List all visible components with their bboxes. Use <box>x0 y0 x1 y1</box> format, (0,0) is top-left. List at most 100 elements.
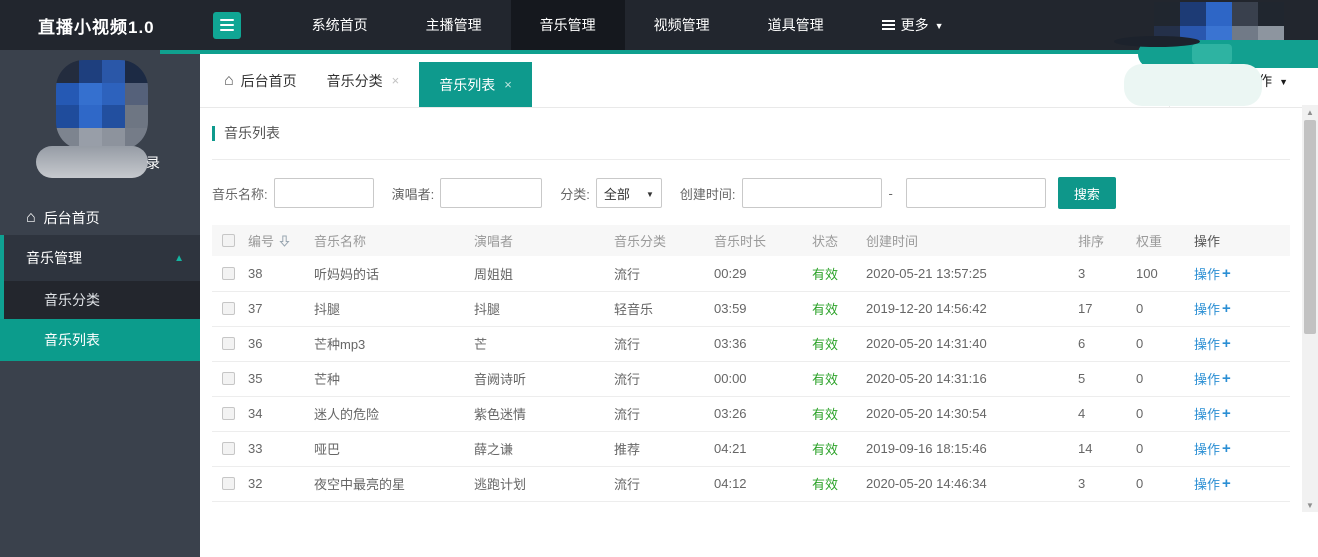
nav-item-music-mgmt[interactable]: 音乐管理 <box>510 0 625 50</box>
cell-id: 31 <box>244 501 310 512</box>
row-checkbox[interactable] <box>222 372 235 385</box>
scrollbar-thumb[interactable] <box>1304 120 1316 334</box>
cell-weight: 0 <box>1136 371 1144 386</box>
vertical-scrollbar[interactable]: ▲ ▼ <box>1302 105 1318 512</box>
cell-duration: 04:12 <box>714 476 747 491</box>
status-badge: 有效 <box>812 372 839 387</box>
status-badge: 有效 <box>812 477 839 492</box>
created-end-input[interactable] <box>905 178 1046 208</box>
cell-name: 哑巴 <box>314 442 341 457</box>
row-checkbox[interactable] <box>222 477 235 490</box>
sidebar-item-music-list[interactable]: 音乐列表 <box>0 319 200 361</box>
col-header-weight: 权重 <box>1136 234 1163 249</box>
table-row: 33 哑巴 薛之谦 推荐 04:21 有效 2019-09-16 18:15:4… <box>212 431 1290 466</box>
music-name-input[interactable] <box>273 178 374 208</box>
tab-music-category[interactable]: 音乐分类 × <box>327 71 400 91</box>
row-action-link[interactable]: 操作+ <box>1194 264 1231 283</box>
plus-icon: + <box>1222 405 1231 422</box>
created-start-input[interactable] <box>741 178 882 208</box>
cell-name: 演员 <box>310 501 470 512</box>
table-row: 38 听妈妈的话 周姐姐 流行 00:29 有效 2020-05-21 13:5… <box>212 256 1290 291</box>
created-time-label: 创建时间: <box>679 186 736 202</box>
cell-created: 2020-05-21 13:57:25 <box>866 265 987 281</box>
row-action-link[interactable]: 操作+ <box>1194 369 1231 388</box>
col-header-singer: 演唱者 <box>474 234 514 249</box>
status-badge: 有效 <box>812 337 839 352</box>
cell-name: 芒种 <box>314 372 341 387</box>
row-action-link[interactable]: 操作+ <box>1194 439 1231 458</box>
select-all-checkbox[interactable] <box>222 234 235 247</box>
row-action-link[interactable]: 操作+ <box>1194 509 1231 512</box>
cell-id: 38 <box>248 265 263 281</box>
plus-icon: + <box>1222 440 1231 457</box>
cell-created: 2020-05-20 14:46:34 <box>866 476 987 491</box>
col-header-created: 创建时间 <box>866 234 919 249</box>
row-action-link[interactable]: 操作+ <box>1194 334 1231 353</box>
music-name-label: 音乐名称: <box>212 186 268 202</box>
cell-name: 夜空中最亮的星 <box>314 477 406 492</box>
cell-duration: 03:36 <box>714 336 747 351</box>
cell-duration: 03:26 <box>714 406 747 421</box>
cell-duration: 00:00 <box>714 371 747 386</box>
cell-sort: 4 <box>1078 406 1086 421</box>
col-header-category: 音乐分类 <box>614 234 667 249</box>
plus-icon: + <box>1222 300 1231 317</box>
main-content: ⌂ 后台首页 音乐分类 × 音乐列表 × 页面操作 ▼ 音乐列表 <box>200 54 1318 512</box>
sidebar-group-music-mgmt[interactable]: 音乐管理 ▲ <box>0 235 200 281</box>
music-table-body: 38 听妈妈的话 周姐姐 流行 00:29 有效 2020-05-21 13:5… <box>212 256 1290 512</box>
row-action-link[interactable]: 操作+ <box>1194 299 1231 318</box>
sidebar-toggle-button[interactable] <box>212 11 241 39</box>
category-select[interactable]: 全部 ▼ <box>595 178 662 208</box>
nav-item-prop-mgmt[interactable]: 道具管理 <box>739 0 853 50</box>
sort-icon[interactable] <box>279 235 290 247</box>
cell-weight: 0 <box>1136 336 1144 351</box>
section-title: 音乐列表 <box>224 125 280 141</box>
close-icon[interactable]: × <box>392 73 400 88</box>
nav-item-anchor-mgmt[interactable]: 主播管理 <box>397 0 511 50</box>
row-action-link[interactable]: 操作+ <box>1194 474 1231 493</box>
scroll-up-arrow[interactable]: ▲ <box>1302 105 1318 119</box>
tab-backend-home[interactable]: ⌂ 后台首页 <box>224 71 297 91</box>
singer-label: 演唱者: <box>391 186 435 202</box>
nav-item-more[interactable]: 更多 ▼ <box>853 0 973 50</box>
cell-category: 流行 <box>610 501 710 512</box>
cell-sort: 2 <box>1074 501 1132 512</box>
cell-weight: 0 <box>1136 301 1144 316</box>
cell-singer: 薛之谦 <box>470 501 610 512</box>
tab-music-list[interactable]: 音乐列表 × <box>419 62 532 107</box>
cell-category: 推荐 <box>614 442 641 457</box>
cell-duration: 00:29 <box>714 265 747 281</box>
cell-created: 2020-05-20 14:31:16 <box>866 371 987 386</box>
main-nav: 系统首页 主播管理 音乐管理 视频管理 道具管理 更多 ▼ <box>283 0 973 50</box>
username-suffix: 录 <box>146 155 160 171</box>
row-checkbox[interactable] <box>222 302 235 315</box>
col-header-action: 操作 <box>1194 234 1221 249</box>
singer-input[interactable] <box>440 178 543 208</box>
censored-username <box>36 146 148 178</box>
row-checkbox[interactable] <box>222 442 235 455</box>
cell-singer: 紫色迷情 <box>474 407 527 422</box>
cell-sort: 6 <box>1078 336 1086 351</box>
cell-category: 流行 <box>614 372 641 387</box>
cell-weight: 100 <box>1136 265 1158 281</box>
cell-singer: 抖腿 <box>474 302 501 317</box>
row-action-link[interactable]: 操作+ <box>1194 404 1231 423</box>
close-icon[interactable]: × <box>504 77 512 92</box>
row-checkbox[interactable] <box>222 407 235 420</box>
chevron-up-icon: ▲ <box>174 252 184 264</box>
row-checkbox[interactable] <box>222 266 235 280</box>
table-row: 35 芒种 音阙诗听 流行 00:00 有效 2020-05-20 14:31:… <box>212 361 1290 396</box>
cell-sort: 14 <box>1078 441 1093 456</box>
plus-icon: + <box>1222 335 1231 352</box>
row-checkbox[interactable] <box>222 337 235 350</box>
nav-item-video-mgmt[interactable]: 视频管理 <box>625 0 739 50</box>
section-header: 音乐列表 <box>212 123 1290 143</box>
scroll-down-arrow[interactable]: ▼ <box>1302 498 1318 512</box>
table-row: 31 演员 薛之谦 流行 04:04 有效 2020-05-20 14:40:4… <box>212 501 1290 512</box>
cell-singer: 周姐姐 <box>474 266 514 282</box>
divider <box>212 159 1290 160</box>
cell-name: 迷人的危险 <box>314 407 380 422</box>
nav-item-system-home[interactable]: 系统首页 <box>283 0 397 50</box>
sidebar-item-music-category[interactable]: 音乐分类 <box>0 281 200 319</box>
search-button[interactable]: 搜索 <box>1057 177 1116 209</box>
